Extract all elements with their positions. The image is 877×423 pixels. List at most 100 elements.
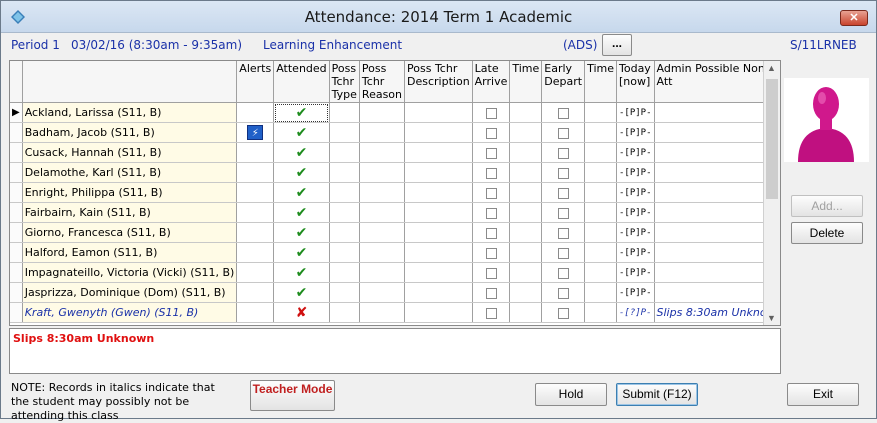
table-row[interactable]: Fairbairn, Kain (S11, B) ✔ -[P]P-	[10, 202, 780, 223]
student-name[interactable]: Badham, Jacob (S11, B)	[22, 122, 238, 143]
poss-tchr-reason-cell[interactable]	[359, 142, 406, 163]
column-header[interactable]: Early Depart	[541, 61, 586, 103]
alert-lightning-icon[interactable]: ⚡	[247, 125, 264, 140]
late-time-cell[interactable]	[509, 282, 543, 303]
column-header[interactable]: Admin Possible Non Att	[654, 61, 780, 103]
poss-tchr-description-cell[interactable]	[404, 302, 473, 323]
poss-tchr-type-cell[interactable]	[329, 242, 360, 263]
poss-tchr-type-cell[interactable]	[329, 282, 360, 303]
early-depart-cell[interactable]	[541, 102, 586, 123]
late-arrive-checkbox[interactable]	[485, 107, 497, 119]
attended-tick-icon[interactable]: ✔	[296, 105, 308, 121]
poss-tchr-reason-cell[interactable]	[359, 102, 406, 123]
late-arrive-checkbox[interactable]	[485, 307, 497, 319]
late-arrive-cell[interactable]	[472, 162, 511, 183]
attended-cell[interactable]: ✔	[273, 222, 330, 243]
early-depart-checkbox[interactable]	[557, 247, 569, 259]
row-selector[interactable]	[10, 302, 23, 323]
delete-button[interactable]: Delete	[791, 222, 863, 244]
attended-tick-icon[interactable]: ✔	[296, 245, 308, 261]
poss-tchr-type-cell[interactable]	[329, 182, 360, 203]
teacher-mode-button[interactable]: Teacher Mode	[250, 380, 335, 411]
late-arrive-checkbox[interactable]	[485, 227, 497, 239]
late-arrive-cell[interactable]	[472, 102, 511, 123]
early-depart-checkbox[interactable]	[557, 167, 569, 179]
column-header[interactable]: Late Arrive	[472, 61, 511, 103]
late-arrive-checkbox[interactable]	[485, 247, 497, 259]
attended-tick-icon[interactable]: ✔	[296, 265, 308, 281]
late-arrive-checkbox[interactable]	[485, 187, 497, 199]
early-depart-cell[interactable]	[541, 142, 586, 163]
early-depart-checkbox[interactable]	[557, 307, 569, 319]
late-time-cell[interactable]	[509, 162, 543, 183]
attended-cell[interactable]: ✔	[273, 242, 330, 263]
early-depart-checkbox[interactable]	[557, 147, 569, 159]
poss-tchr-description-cell[interactable]	[404, 242, 473, 263]
alert-cell[interactable]	[236, 222, 275, 243]
table-row[interactable]: Delamothe, Karl (S11, B) ✔ -[P]P-	[10, 162, 780, 183]
hold-button[interactable]: Hold	[535, 383, 607, 406]
row-selector[interactable]	[10, 282, 23, 303]
early-time-cell[interactable]	[584, 262, 617, 283]
table-row[interactable]: Giorno, Francesca (S11, B) ✔ -[P]P-	[10, 222, 780, 243]
student-name[interactable]: Fairbairn, Kain (S11, B)	[22, 202, 238, 223]
attended-tick-icon[interactable]: ✔	[296, 165, 308, 181]
attended-tick-icon[interactable]: ✔	[296, 285, 308, 301]
late-time-cell[interactable]	[509, 102, 543, 123]
row-selector[interactable]	[10, 202, 23, 223]
poss-tchr-type-cell[interactable]	[329, 102, 360, 123]
poss-tchr-description-cell[interactable]	[404, 122, 473, 143]
column-header[interactable]: Poss Tchr Description	[404, 61, 473, 103]
poss-tchr-type-cell[interactable]	[329, 222, 360, 243]
close-button[interactable]: ✕	[840, 10, 868, 26]
student-name[interactable]: Ackland, Larissa (S11, B)	[22, 102, 238, 123]
attended-cell[interactable]: ✔	[273, 282, 330, 303]
early-depart-cell[interactable]	[541, 182, 586, 203]
add-button[interactable]: Add...	[791, 195, 863, 217]
column-header[interactable]: Today [now]	[616, 61, 655, 103]
poss-tchr-reason-cell[interactable]	[359, 122, 406, 143]
early-time-cell[interactable]	[584, 282, 617, 303]
early-depart-checkbox[interactable]	[557, 127, 569, 139]
late-arrive-cell[interactable]	[472, 242, 511, 263]
column-header[interactable]: Time	[584, 61, 617, 103]
late-time-cell[interactable]	[509, 302, 543, 323]
row-selector[interactable]: ▶	[10, 102, 23, 123]
late-arrive-cell[interactable]	[472, 142, 511, 163]
poss-tchr-reason-cell[interactable]	[359, 202, 406, 223]
early-depart-checkbox[interactable]	[557, 287, 569, 299]
late-time-cell[interactable]	[509, 262, 543, 283]
poss-tchr-type-cell[interactable]	[329, 202, 360, 223]
column-header[interactable]: Poss Tchr Type	[329, 61, 360, 103]
early-depart-cell[interactable]	[541, 122, 586, 143]
attended-cell[interactable]: ✔	[273, 102, 330, 123]
absent-cross-icon[interactable]: ✘	[296, 305, 308, 321]
poss-tchr-description-cell[interactable]	[404, 282, 473, 303]
early-time-cell[interactable]	[584, 142, 617, 163]
scroll-up-icon[interactable]: ▲	[767, 63, 776, 73]
row-selector[interactable]	[10, 222, 23, 243]
attended-cell[interactable]: ✘	[273, 302, 330, 323]
poss-tchr-description-cell[interactable]	[404, 182, 473, 203]
alert-cell[interactable]	[236, 302, 275, 323]
column-header[interactable]	[10, 61, 23, 103]
attended-tick-icon[interactable]: ✔	[296, 225, 308, 241]
poss-tchr-type-cell[interactable]	[329, 302, 360, 323]
early-depart-cell[interactable]	[541, 282, 586, 303]
early-time-cell[interactable]	[584, 242, 617, 263]
row-selector[interactable]	[10, 142, 23, 163]
student-name[interactable]: Enright, Philippa (S11, B)	[22, 182, 238, 203]
title-bar[interactable]: Attendance: 2014 Term 1 Academic ✕	[1, 1, 876, 33]
table-row[interactable]: ▶ Ackland, Larissa (S11, B) ✔ -[P]P-	[10, 102, 780, 123]
poss-tchr-description-cell[interactable]	[404, 142, 473, 163]
early-depart-cell[interactable]	[541, 202, 586, 223]
more-button[interactable]: ...	[602, 34, 632, 56]
poss-tchr-reason-cell[interactable]	[359, 222, 406, 243]
poss-tchr-reason-cell[interactable]	[359, 182, 406, 203]
student-name[interactable]: Cusack, Hannah (S11, B)	[22, 142, 238, 163]
early-time-cell[interactable]	[584, 102, 617, 123]
alert-cell[interactable]	[236, 142, 275, 163]
column-header[interactable]: Time	[509, 61, 543, 103]
late-arrive-checkbox[interactable]	[485, 127, 497, 139]
early-depart-cell[interactable]	[541, 222, 586, 243]
